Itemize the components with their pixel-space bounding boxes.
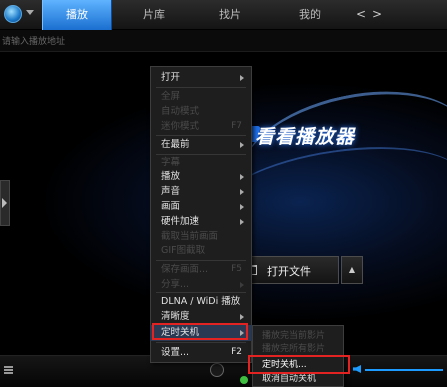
menu-item-gif-capture: GIF图截取 [150,243,252,259]
menu-item-label: 截取当前画面 [161,231,219,242]
menu-item-hw-accel[interactable]: 硬件加速 [150,214,252,230]
menu-item-label: 画面 [161,201,181,212]
submenu-arrow-icon [240,174,244,180]
prev-page-button[interactable]: < [354,6,368,22]
menu-item-label: 清晰度 [161,311,190,322]
menu-item-share: 分享... [150,277,252,293]
open-file-dropdown-button[interactable]: ▲ [341,256,363,284]
stop-icon[interactable] [210,363,224,377]
menu-item-label: 打开 [161,72,181,83]
menu-item-save-frame: 保存画面... F5 [150,262,252,278]
menu-item-label: 全屏 [161,91,181,102]
volume-slider[interactable] [365,369,443,371]
status-dot-icon [240,376,248,384]
submenu-arrow-icon [240,314,244,320]
menu-item-label: 分享... [161,279,190,290]
submenu-arrow-icon [240,189,244,195]
menu-separator [156,260,246,261]
tab-mine[interactable]: 我的 [280,0,340,30]
menu-item-label: 设置... [161,347,190,358]
menu-item-audio[interactable]: 声音 [150,184,252,200]
menu-item-settings[interactable]: 设置... F2 [150,345,252,361]
menu-item-label: 迷你模式 [161,121,200,132]
brand-title: 看看播放器 [255,126,356,148]
menu-item-label: 在最前 [161,139,190,150]
menu-item-label: 硬件加速 [161,216,200,227]
next-page-button[interactable]: > [370,6,384,22]
menu-item-on-top[interactable]: 在最前 [150,137,252,153]
menu-separator [156,87,246,88]
submenu-arrow-icon [240,282,244,288]
menu-item-dlna[interactable]: DLNA / WiDi 播放 [150,294,252,310]
menu-item-label: DLNA / WiDi 播放 [161,296,241,307]
menu-item-open[interactable]: 打开 [150,70,252,86]
highlight-box [248,355,350,374]
highlight-box [152,323,248,340]
shortcut-label: F5 [231,264,242,274]
menu-item-label: 播放 [161,171,181,182]
menu-item-auto-mode: 自动模式 [150,104,252,120]
menu-item-label: 声音 [161,186,181,197]
menu-item-play[interactable]: 播放 [150,169,252,185]
tab-find[interactable]: 找片 [200,0,260,30]
submenu-arrow-icon [240,75,244,81]
open-file-label: 打开文件 [267,265,311,278]
submenu-arrow-icon [240,142,244,148]
menu-item-mini-mode: 迷你模式 F7 [150,119,252,135]
menu-separator [156,135,246,136]
menu-item-full-screen: 全屏 [150,89,252,105]
menu-separator [156,292,246,293]
submenu-item-cancel-auto-shutdown[interactable]: 取消自动关机 [252,373,344,386]
submenu-arrow-icon [240,219,244,225]
address-bar[interactable] [0,30,447,52]
submenu-item-after-current: 播放完当前影片 [262,331,326,341]
submenu-arrow-icon [240,204,244,210]
playlist-icon[interactable] [4,366,13,374]
dropdown-caret-icon[interactable] [26,10,34,15]
menu-separator [156,342,246,343]
menu-item-label: GIF图截取 [161,245,206,256]
logo-icon[interactable] [4,5,22,23]
tab-library[interactable]: 片库 [124,0,184,30]
menu-item-label: 自动模式 [161,106,200,117]
tab-play[interactable]: 播放 [42,0,112,30]
shortcut-label: F7 [231,121,242,131]
menu-item-picture[interactable]: 画面 [150,199,252,215]
menu-item-label: 保存画面... [161,264,209,275]
shortcut-label: F2 [231,347,242,357]
address-input-placeholder[interactable]: 请输入播放地址 [2,34,65,47]
side-expand-icon [2,198,7,208]
menu-item-label: 字幕 [161,157,181,168]
